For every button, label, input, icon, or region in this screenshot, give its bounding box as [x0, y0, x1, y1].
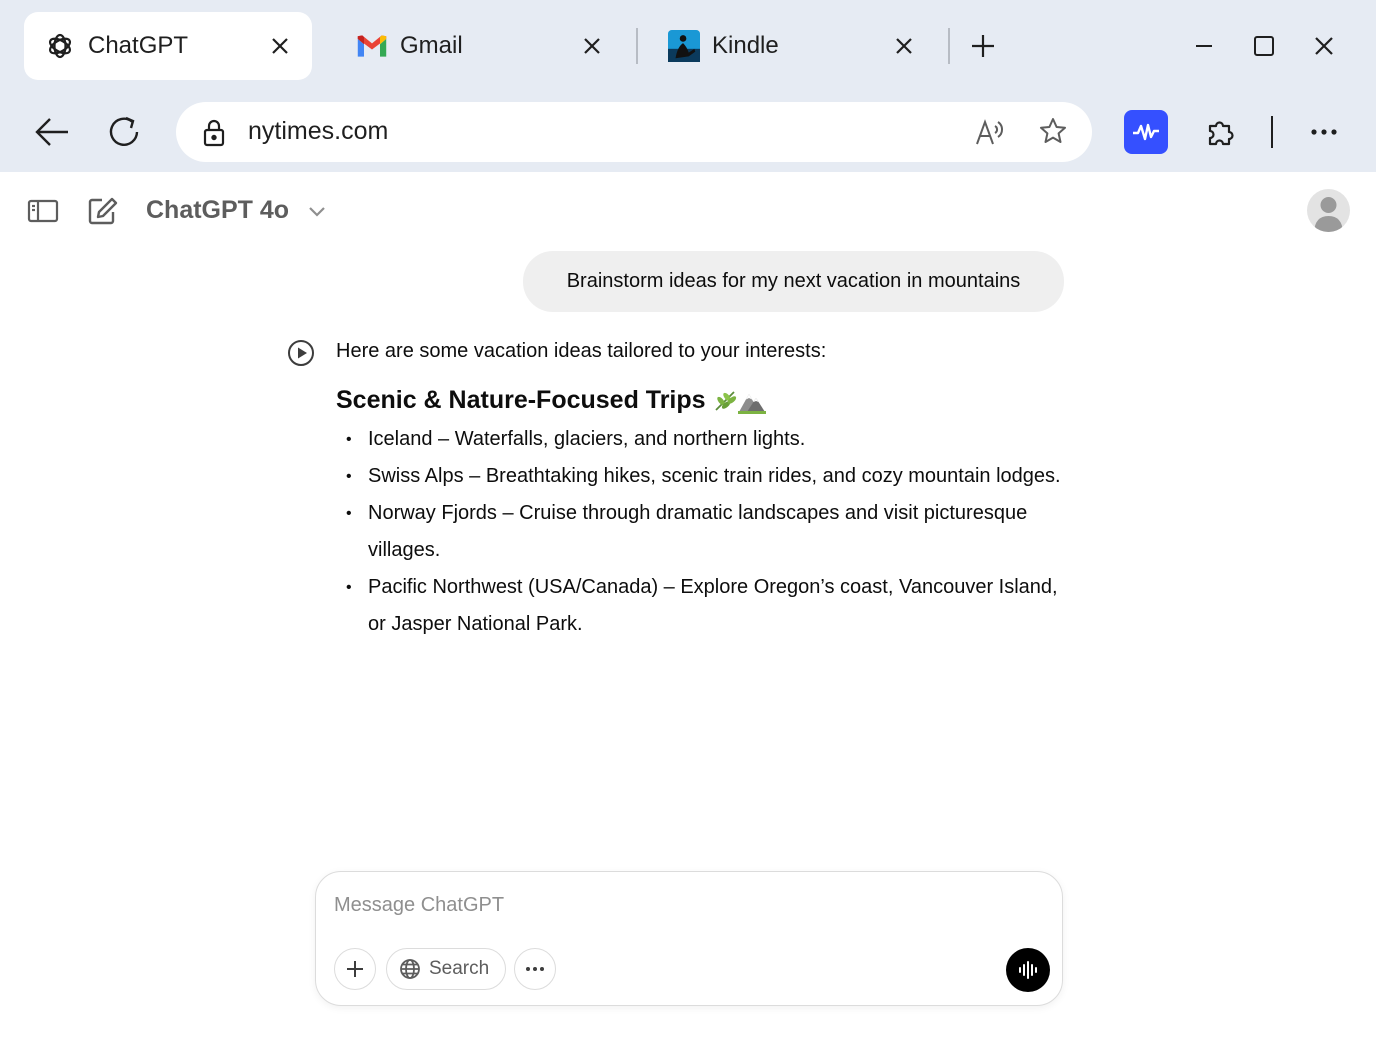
- assistant-heading-text: Scenic & Nature-Focused Trips: [336, 386, 706, 414]
- gmail-logo-icon: [356, 30, 388, 62]
- extension-voice-button[interactable]: [1124, 110, 1168, 154]
- kindle-logo-icon: [668, 30, 700, 62]
- voice-waveform-icon: [1019, 961, 1037, 979]
- model-selector[interactable]: ChatGPT 4o: [146, 196, 289, 225]
- reload-icon: [109, 116, 139, 146]
- arrow-left-icon: [35, 118, 68, 146]
- maximize-button[interactable]: [1246, 28, 1282, 64]
- tab-title: Kindle: [712, 32, 779, 59]
- back-button[interactable]: [28, 110, 76, 154]
- voice-mode-button[interactable]: [1006, 948, 1050, 992]
- user-message-text: Brainstorm ideas for my next vacation in…: [566, 270, 1021, 292]
- star-icon[interactable]: [1038, 116, 1068, 151]
- close-icon[interactable]: [580, 34, 604, 58]
- toolbar-separator: [1271, 116, 1273, 148]
- waveform-icon: [1133, 123, 1159, 141]
- puzzle-icon: [1208, 121, 1234, 146]
- sidebar-icon: [27, 199, 59, 223]
- herb-icon: [714, 390, 736, 411]
- more-menu-button[interactable]: [1302, 110, 1346, 154]
- assistant-list: Iceland – Waterfalls, glaciers, and nort…: [346, 421, 1066, 643]
- maximize-icon: [1254, 36, 1274, 56]
- assistant-intro: Here are some vacation ideas tailored to…: [336, 340, 827, 362]
- list-item: Norway Fjords – Cruise through dramatic …: [346, 495, 1066, 569]
- address-bar[interactable]: nytimes.com: [176, 102, 1092, 162]
- attach-button[interactable]: [334, 948, 376, 990]
- list-item: Pacific Northwest (USA/Canada) – Explore…: [346, 569, 1066, 643]
- new-chat-button[interactable]: [86, 194, 120, 228]
- plus-icon: [972, 35, 994, 57]
- tab-gmail[interactable]: Gmail: [336, 12, 624, 80]
- close-icon[interactable]: [892, 34, 916, 58]
- search-label: Search: [429, 958, 490, 979]
- list-item: Swiss Alps – Breathtaking hikes, scenic …: [346, 458, 1066, 495]
- tab-chatgpt[interactable]: ChatGPT: [24, 12, 312, 80]
- globe-icon: [400, 959, 420, 979]
- more-tools-button[interactable]: [514, 948, 556, 990]
- extensions-button[interactable]: [1198, 110, 1242, 154]
- list-item: Iceland – Waterfalls, glaciers, and nort…: [346, 421, 1066, 458]
- avatar[interactable]: [1307, 189, 1350, 232]
- edit-icon: [88, 197, 118, 225]
- chevron-down-icon[interactable]: [306, 200, 328, 227]
- tab-separator: [636, 28, 638, 64]
- url-text[interactable]: nytimes.com: [248, 117, 388, 146]
- more-icon: [526, 967, 544, 971]
- tab-title: ChatGPT: [88, 32, 189, 59]
- message-input[interactable]: [334, 894, 934, 917]
- mountain-icon: [737, 393, 766, 414]
- plus-icon: [347, 961, 363, 977]
- close-icon[interactable]: [268, 34, 292, 58]
- close-window-button[interactable]: [1306, 28, 1342, 64]
- sidebar-toggle-button[interactable]: [26, 194, 60, 228]
- minimize-button[interactable]: [1186, 28, 1222, 64]
- message-composer: Search: [315, 871, 1063, 1006]
- new-tab-button[interactable]: [965, 28, 1001, 64]
- browser-chrome: ChatGPT Gmail Kindle nytimes.com: [0, 0, 1376, 172]
- reload-button[interactable]: [100, 110, 148, 154]
- assistant-heading: Scenic & Nature-Focused Trips: [336, 386, 766, 415]
- openai-logo-icon: [44, 30, 76, 62]
- close-icon: [1315, 37, 1333, 55]
- tab-title: Gmail: [400, 32, 463, 59]
- play-circle-icon[interactable]: [286, 338, 316, 373]
- more-icon: [1311, 129, 1337, 135]
- tab-separator: [948, 28, 950, 64]
- read-aloud-icon[interactable]: [974, 116, 1006, 153]
- user-silhouette-icon: [1314, 197, 1343, 232]
- lock-icon: [202, 119, 226, 152]
- minimize-icon: [1196, 45, 1212, 47]
- tab-kindle[interactable]: Kindle: [648, 12, 936, 80]
- user-message: Brainstorm ideas for my next vacation in…: [523, 251, 1064, 312]
- search-button[interactable]: Search: [386, 948, 506, 990]
